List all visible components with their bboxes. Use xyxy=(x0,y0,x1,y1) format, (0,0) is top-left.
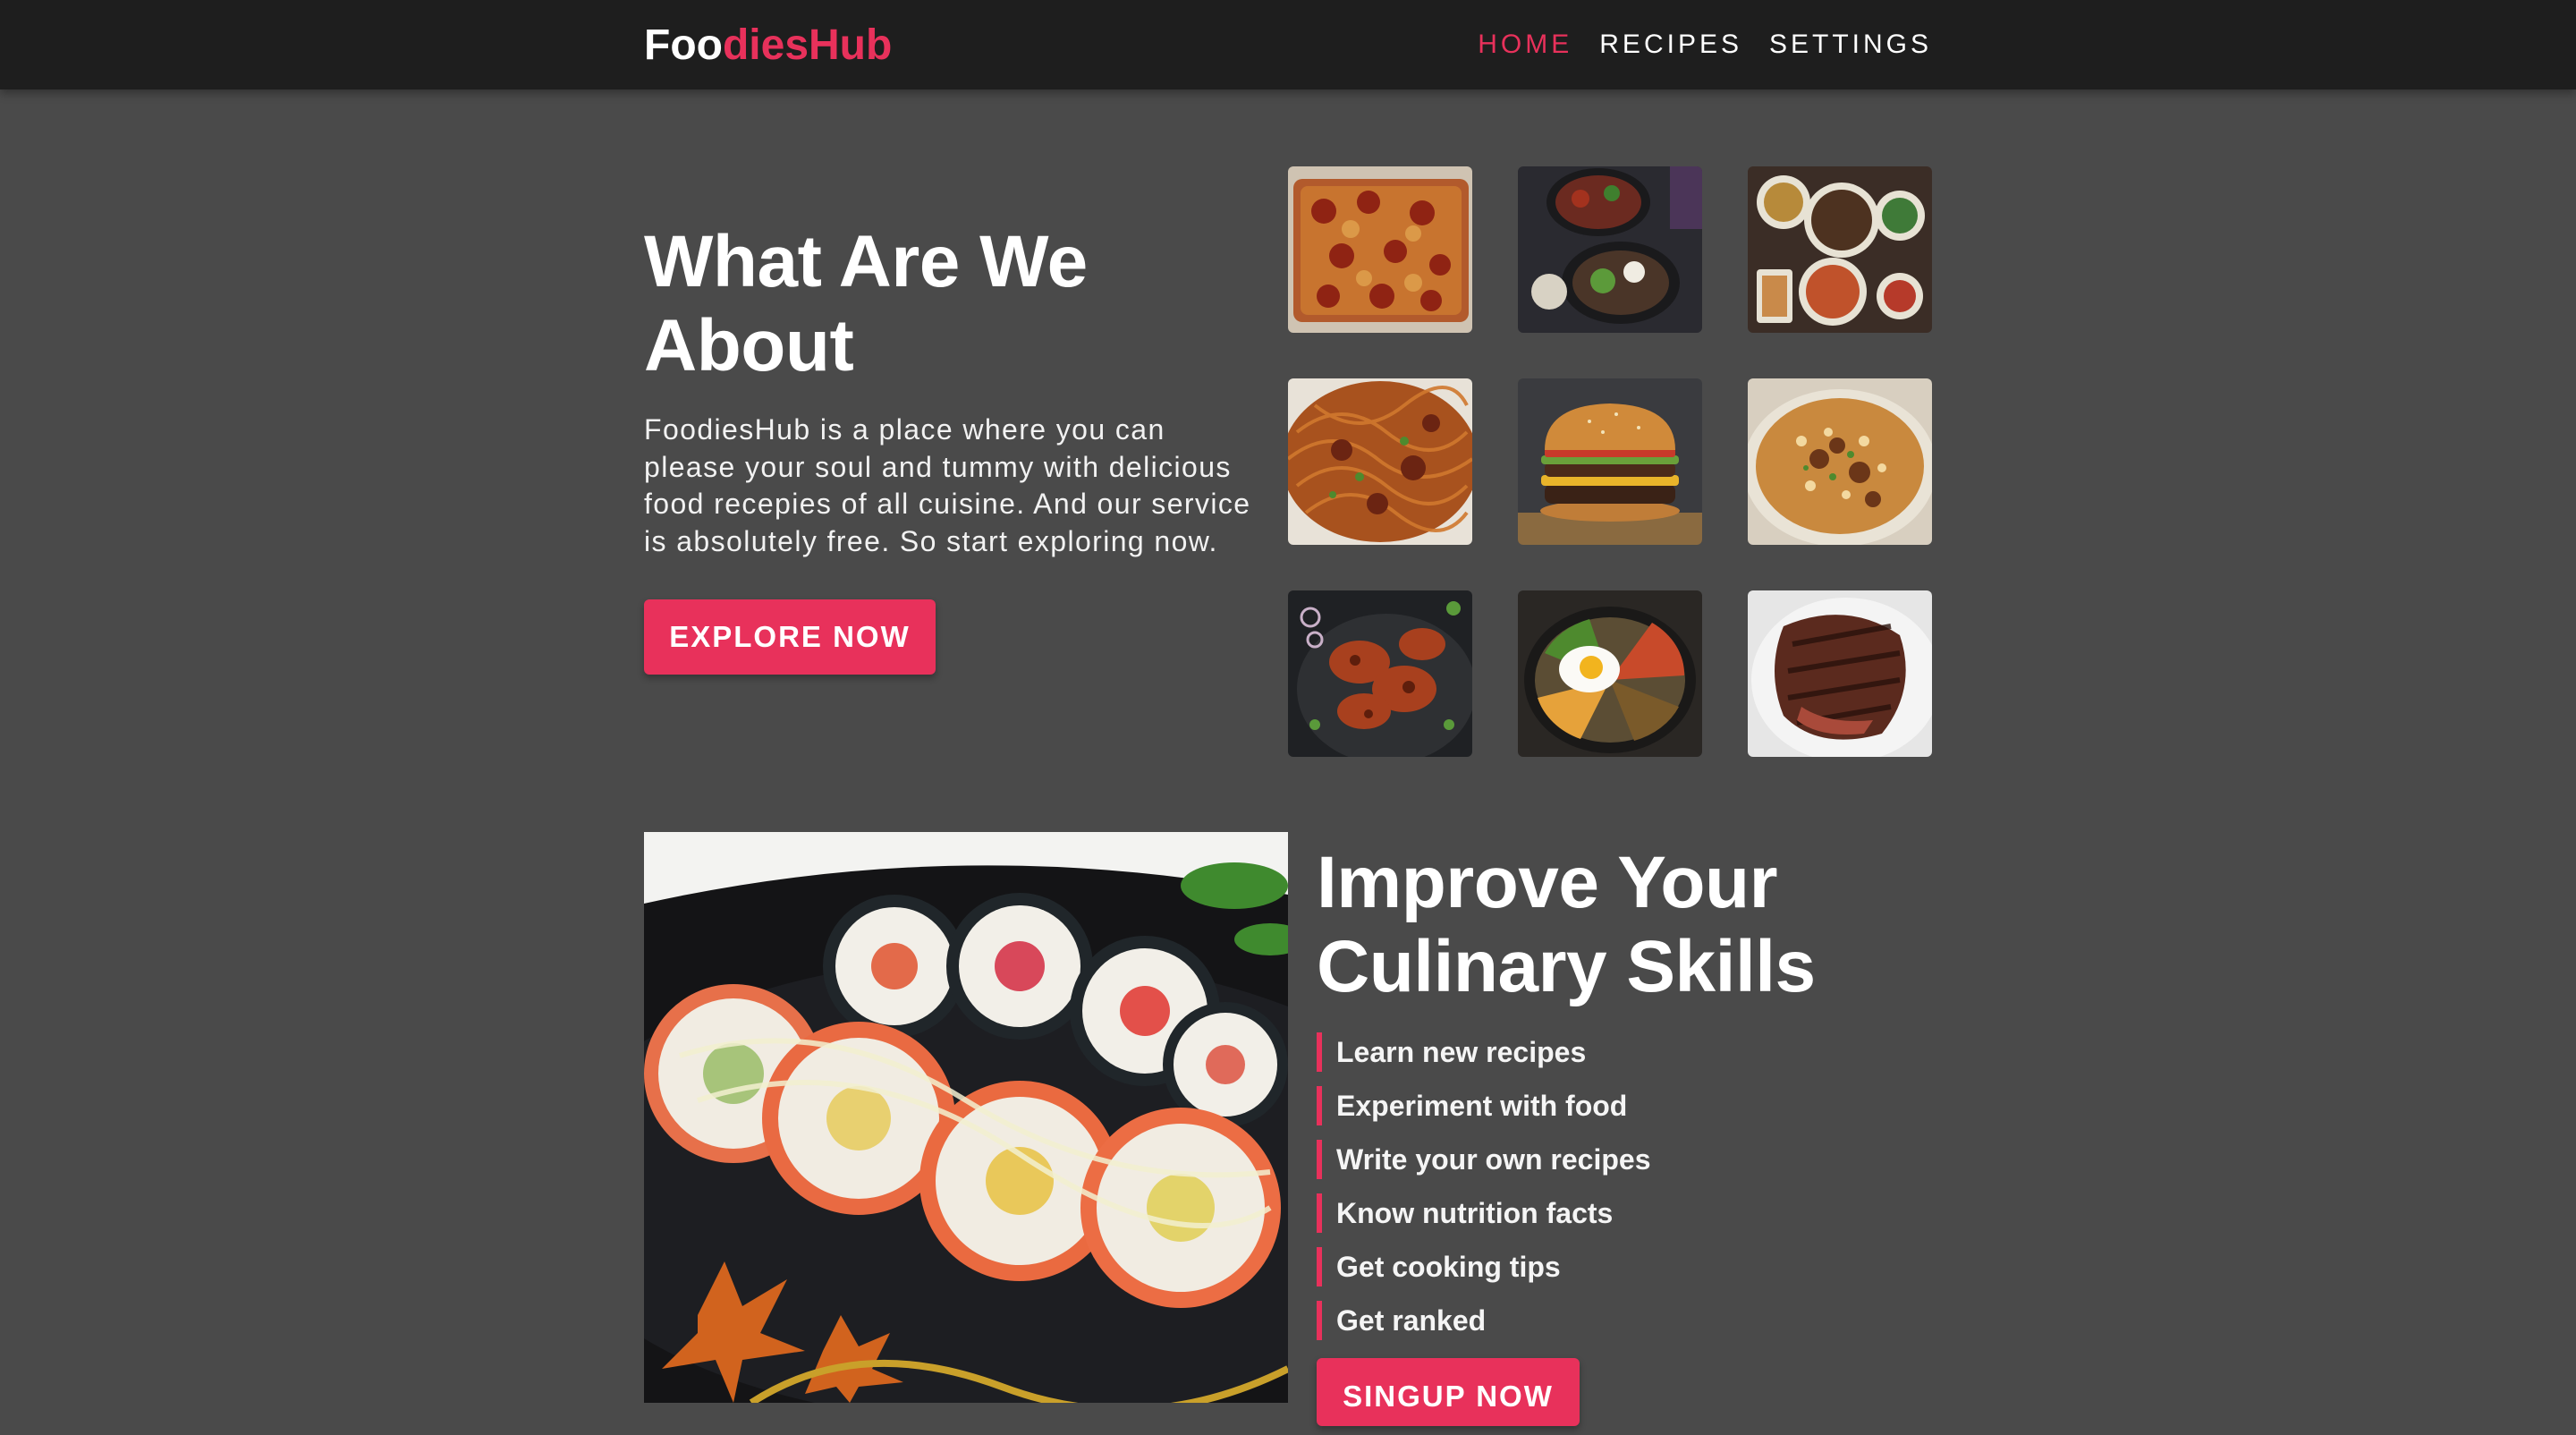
nav-links: HOME RECIPES SETTINGS xyxy=(1478,30,1932,60)
about-title: What Are We About xyxy=(644,221,1088,386)
navbar: FoodiesHub HOME RECIPES SETTINGS xyxy=(0,0,2576,89)
skills-list: Learn new recipes Experiment with food W… xyxy=(1317,1032,1932,1340)
nav-link-recipes[interactable]: RECIPES xyxy=(1599,30,1742,60)
bibimbap-image xyxy=(1518,590,1702,757)
brand-logo[interactable]: FoodiesHub xyxy=(644,21,892,70)
skills-list-item: Get cooking tips xyxy=(1317,1247,1932,1286)
skills-list-item: Experiment with food xyxy=(1317,1086,1932,1125)
rice-bowls-image xyxy=(1518,166,1702,333)
skills-list-item: Know nutrition facts xyxy=(1317,1193,1932,1233)
biryani-image xyxy=(1748,378,1932,545)
signup-now-button[interactable]: SINGUP NOW xyxy=(1317,1358,1580,1426)
explore-now-button[interactable]: EXPLORE NOW xyxy=(644,599,936,675)
noodle-spread-image xyxy=(1748,166,1932,333)
skills-section: Improve Your Culinary Skills Learn new r… xyxy=(644,832,1932,1426)
food-gallery xyxy=(1288,166,1932,757)
skills-list-item: Write your own recipes xyxy=(1317,1140,1932,1179)
tandoori-chicken-image xyxy=(1288,590,1472,757)
grilled-steak-image xyxy=(1748,590,1932,757)
about-description: FoodiesHub is a place where you can plea… xyxy=(644,413,1251,557)
spaghetti-image xyxy=(1288,378,1472,545)
sushi-rolls-image xyxy=(644,832,1288,1403)
brand-logo-part1: Foo xyxy=(644,21,723,69)
brand-logo-part2: diesHub xyxy=(722,21,893,69)
nav-link-settings[interactable]: SETTINGS xyxy=(1769,30,1932,60)
about-text: What Are We About FoodiesHub is a place … xyxy=(644,220,1261,675)
navbar-inner: FoodiesHub HOME RECIPES SETTINGS xyxy=(644,0,1932,89)
skills-list-item: Learn new recipes xyxy=(1317,1032,1932,1072)
pizza-image xyxy=(1288,166,1472,333)
nav-link-home[interactable]: HOME xyxy=(1478,30,1572,60)
skills-text: Improve Your Culinary Skills Learn new r… xyxy=(1317,841,1932,1426)
skills-list-item: Get ranked xyxy=(1317,1301,1932,1340)
burger-image xyxy=(1518,378,1702,545)
skills-title: Improve Your Culinary Skills xyxy=(1317,842,1816,1007)
